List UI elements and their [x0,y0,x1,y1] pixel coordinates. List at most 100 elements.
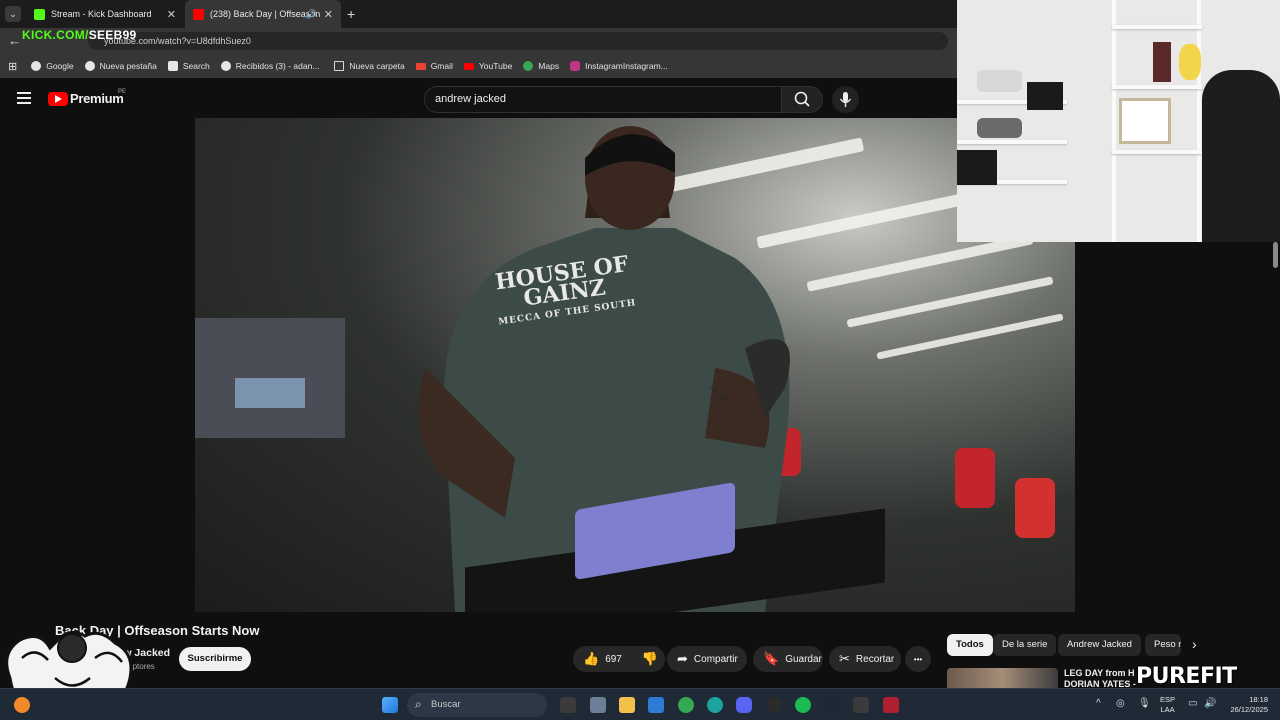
bookmark-inbox[interactable]: Recibidos (3) - adan... [220,61,319,71]
chevron-right-icon[interactable]: › [1192,636,1197,652]
save-button[interactable]: 🔖 Guardar [753,646,823,672]
kick-icon [34,8,45,20]
bookmark-maps[interactable]: Maps [523,61,559,71]
tab-kick-dashboard[interactable]: Stream - Kick Dashboard ✕ [26,0,184,28]
weight-plate [1015,478,1055,538]
bookmark-label: Nueva pestaña [99,61,157,71]
new-tab-button[interactable]: + [347,6,355,22]
related-title-line: LEG DAY from H [1064,668,1135,678]
bookmark-label: YouTube [478,61,513,71]
search-input[interactable]: andrew jacked [424,86,782,113]
video-player[interactable]: HOUSE OF GAINZ MECCA OF THE SOUTH [195,118,1075,612]
obs-icon[interactable] [766,697,782,713]
address-bar-row: ← youtube.com/watch?v=U8dfdhSuez0 [0,28,957,54]
bookmark-folder[interactable]: Nueva carpeta [334,61,405,71]
notification-app-icon[interactable] [14,697,30,713]
tab-search-menu-button[interactable]: ⌄ [5,6,21,22]
region-code: PE [118,89,127,95]
discord-icon[interactable] [736,697,752,713]
volume-icon[interactable]: 🔊 [1204,698,1216,709]
share-button[interactable]: ➦ Compartir [667,646,747,672]
monitor-icon[interactable]: ▭ [1188,698,1197,709]
like-count[interactable]: 697 [605,654,622,665]
gym-screen [235,378,305,408]
file-explorer-icon[interactable] [619,697,635,713]
steam-icon[interactable] [824,697,840,713]
bookmark-gmail[interactable]: Gmail [415,61,453,71]
back-button[interactable]: ← [8,33,21,48]
youtube-icon [193,8,204,20]
menu-icon[interactable] [17,92,31,104]
clip-button[interactable]: ✂ Recortar [829,646,901,672]
store-icon[interactable] [648,697,664,713]
scrollbar-thumb[interactable] [1273,242,1278,268]
thumbs-up-icon[interactable]: 👍 [583,651,599,667]
chip-channel[interactable]: Andrew Jacked [1058,634,1141,656]
app-icon[interactable] [883,697,899,713]
clip-label: Recortar [855,653,895,665]
person-silhouette [1202,70,1280,242]
bookmark-label: Google [46,61,74,71]
thumbs-down-icon[interactable]: 👎 [642,651,658,667]
url-field[interactable]: youtube.com/watch?v=U8dfdhSuez0 [88,32,948,50]
edge-icon[interactable] [707,697,723,713]
ceiling-light [876,313,1064,360]
chip-weight[interactable]: Peso m [1145,634,1181,656]
app-icon[interactable] [853,697,869,713]
close-tab-icon[interactable]: ✕ [324,8,333,21]
sneaker [977,70,1022,92]
bookmark-label: Search [182,61,210,71]
webcam-overlay [957,0,1280,242]
sneaker [977,118,1022,138]
bookmark-youtube[interactable]: YouTube [463,61,513,71]
shoe-box [1027,82,1063,110]
ceiling-light [846,276,1054,328]
subscribe-button[interactable]: Suscribirme [179,647,251,671]
chip-all[interactable]: Todos [947,634,993,656]
bookmarks-bar: ⊞ Google Nueva pestaña Search Recibidos … [0,54,957,78]
tab-title: Stream - Kick Dashboard [51,9,152,19]
speaker-icon[interactable]: 🔊 [306,9,317,20]
task-view-icon[interactable] [560,697,576,713]
tab-youtube-video[interactable]: (238) Back Day | Offseason 🔊 ✕ [185,0,341,28]
microphone-icon [839,92,852,107]
shelf-post [1112,0,1116,242]
page-scrollbar[interactable] [1270,242,1280,612]
framed-certificate [1119,98,1171,144]
chevron-up-icon[interactable]: ^ [1096,698,1101,709]
kick-prefix: KICK.COM/ [22,28,89,42]
weight-plate [955,448,995,508]
related-video-thumbnail[interactable] [947,668,1058,688]
bookmark-label: Nueva carpeta [349,61,405,71]
chip-series[interactable]: De la serie [993,634,1057,656]
taskbar-search-input[interactable]: Buscar [407,692,547,717]
spotify-icon[interactable] [795,697,811,713]
instagram-icon [570,61,581,71]
bookmark-icon: 🔖 [763,651,780,666]
bookmark-google[interactable]: Google [31,61,74,71]
chrome-icon[interactable] [678,697,694,713]
app-icon[interactable] [590,697,606,713]
gmail-icon [415,62,426,70]
voice-search-button[interactable] [832,86,859,113]
bookmark-search[interactable]: Search [167,61,210,71]
microphone-icon[interactable]: 🎙 [1138,698,1151,709]
shelf [1112,25,1202,29]
youtube-logo-icon[interactable] [48,92,68,106]
search-button[interactable] [781,86,823,113]
system-clock[interactable]: 18:18 26/12/2025 [1222,695,1268,715]
input-language[interactable]: ESP LAA [1160,695,1175,715]
network-icon[interactable]: ◎ [1116,698,1125,709]
bookmark-new-tab[interactable]: Nueva pestaña [84,61,157,71]
tab-title: (238) Back Day | Offseason [210,9,321,19]
close-tab-icon[interactable]: ✕ [167,8,176,21]
related-video-title[interactable]: LEG DAY from H DORIAN YATES - [1064,668,1136,690]
more-actions-button[interactable]: ••• [905,646,931,672]
youtube-premium-logo[interactable]: Premium [70,91,124,106]
apps-grid-icon[interactable]: ⊞ [8,60,17,73]
bookmark-instagram[interactable]: InstagramInstagram... [570,61,668,71]
shelf [1112,150,1202,154]
globe-icon [84,61,95,71]
more-icon: ••• [913,654,923,664]
windows-start-icon[interactable] [382,697,398,713]
